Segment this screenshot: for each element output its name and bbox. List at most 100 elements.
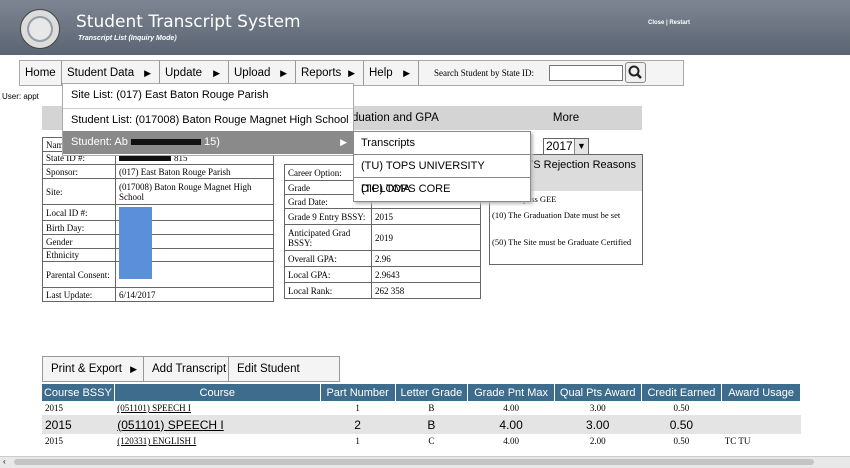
- print-export-label: Print & Export: [51, 363, 122, 375]
- cell-qual-pts: 3.00: [589, 403, 606, 413]
- menu-upload[interactable]: Upload ▶: [229, 61, 296, 85]
- search-label: Search Student by State ID:: [434, 68, 534, 78]
- gender-label: Gender: [42, 234, 116, 249]
- cell-pnt-max: 4.00: [503, 436, 519, 446]
- menu-help[interactable]: Help ▶: [364, 61, 419, 85]
- anticipated-grad-value: 2019: [371, 224, 481, 251]
- grade9-entry-label: Grade 9 Entry BSSY:: [284, 208, 372, 225]
- search-icon: [628, 65, 642, 79]
- state-id-search-input[interactable]: [549, 65, 623, 81]
- birth-day-label: Birth Day:: [42, 220, 116, 235]
- section-header-more: More: [490, 106, 642, 130]
- cell-part: 2: [320, 415, 396, 434]
- menu-item-student-list[interactable]: Student List: (017008) Baton Rouge Magne…: [63, 108, 353, 131]
- ots-reason-2: (10) The Graduation Date must be set: [492, 210, 621, 220]
- print-export-button[interactable]: Print & Export ▶: [43, 357, 144, 381]
- chevron-right-icon: ▶: [130, 364, 137, 374]
- cell-grade: B: [428, 403, 435, 413]
- table-row[interactable]: 2015 (051101) SPEECH I 1 B 4.00 3.00 0.5…: [42, 401, 801, 415]
- menu-item-student[interactable]: Student: Ab 15) ▶: [63, 131, 353, 154]
- cell-credit: 0.50: [641, 415, 722, 434]
- ethnicity-label: Ethnicity: [42, 248, 116, 262]
- year-select-value: 2017: [546, 139, 573, 153]
- year-select[interactable]: 2017 ▼: [543, 138, 589, 155]
- col-award-usage[interactable]: Award Usage: [721, 384, 801, 401]
- col-credit-earned[interactable]: Credit Earned: [641, 384, 723, 401]
- horizontal-scrollbar[interactable]: ‹: [0, 456, 850, 468]
- cell-award-usage: [722, 401, 801, 415]
- menu-student-data[interactable]: Student Data ▶: [62, 61, 160, 85]
- state-seal-logo: [20, 9, 60, 49]
- anticipated-grad-label: Anticipated Grad BSSY:: [284, 224, 372, 251]
- scrollbar-thumb[interactable]: [14, 459, 814, 465]
- student-item-label: Student: Ab: [71, 136, 128, 148]
- last-update-value: 6/14/2017: [115, 287, 274, 302]
- app-header: Student Transcript System Transcript Lis…: [0, 0, 850, 55]
- menu-home-label: Home: [25, 67, 56, 79]
- student-submenu: Transcripts (TU) TOPS UNIVERSITY DIPLOMA…: [353, 131, 531, 202]
- local-rank-value: 262 358: [371, 282, 481, 299]
- menu-reports[interactable]: Reports ▶: [296, 61, 364, 85]
- section-header-grad: duation and GPA: [352, 106, 490, 130]
- course-link[interactable]: (051101) SPEECH I: [114, 415, 321, 434]
- chevron-right-icon: ▶: [348, 68, 355, 78]
- course-table: Course BSSY Course Part Number Letter Gr…: [42, 384, 801, 448]
- cell-credit: 0.50: [673, 403, 690, 413]
- col-course-bssy[interactable]: Course BSSY: [42, 384, 115, 401]
- local-gpa-value: 2.9643: [371, 266, 481, 283]
- menu-item-tops-core[interactable]: (TC) TOPS CORE: [354, 177, 530, 200]
- cell-pnt-max: 4.00: [503, 403, 519, 413]
- overall-gpa-label: Overall GPA:: [284, 250, 372, 267]
- local-rank-label: Local Rank:: [284, 282, 372, 299]
- student-item-tail: 15): [204, 136, 220, 148]
- chevron-right-icon: ▶: [213, 68, 220, 78]
- student-data-dropdown: Site List: (017) East Baton Rouge Parish…: [62, 83, 354, 156]
- menu-home[interactable]: Home: [20, 61, 62, 85]
- col-course[interactable]: Course: [114, 384, 321, 401]
- chevron-right-icon: ▶: [280, 68, 287, 78]
- cell-award-usage: [721, 415, 801, 434]
- course-link[interactable]: (120331) ENGLISH I: [114, 434, 320, 448]
- transcript-toolbar: Print & Export ▶ Add Transcript Edit Stud…: [42, 356, 340, 399]
- edit-student-record-button[interactable]: Edit Student Record: [229, 357, 339, 399]
- col-letter-grade[interactable]: Letter Grade: [395, 384, 469, 401]
- menu-student-data-label: Student Data: [67, 67, 135, 79]
- site-value: (017008) Baton Rouge Magnet High School: [115, 178, 274, 205]
- col-grade-pnt-max[interactable]: Grade Pnt Max: [467, 384, 555, 401]
- header-links[interactable]: Close | Restart: [648, 20, 690, 26]
- cell-qual-pts: 3.00: [554, 415, 642, 434]
- col-part-number[interactable]: Part Number: [320, 384, 396, 401]
- col-qual-pts-award[interactable]: Qual Pts Award: [554, 384, 642, 401]
- cell-bssy: 2015: [42, 415, 115, 434]
- menu-item-tops-university[interactable]: (TU) TOPS UNIVERSITY DIPLOMA: [354, 154, 530, 195]
- cell-qual-pts: 2.00: [589, 436, 606, 446]
- more-header-label: More: [552, 112, 580, 124]
- parental-consent-label: Parental Consent:: [42, 261, 116, 288]
- menu-update[interactable]: Update ▶: [160, 61, 229, 85]
- menu-item-transcripts[interactable]: Transcripts: [354, 132, 530, 155]
- table-row[interactable]: 2015 (120331) ENGLISH I 1 C 4.00 2.00 0.…: [42, 434, 801, 448]
- ots-reason-3: (50) The Site must be Graduate Certified: [492, 237, 632, 247]
- menu-item-site-list[interactable]: Site List: (017) East Baton Rouge Parish: [63, 84, 353, 107]
- course-table-header: Course BSSY Course Part Number Letter Gr…: [42, 384, 801, 401]
- sponsor-label: Sponsor:: [42, 164, 116, 179]
- search-button[interactable]: [625, 62, 646, 83]
- user-label: User: appt: [2, 92, 39, 101]
- chevron-right-icon: ▶: [403, 68, 410, 78]
- menu-update-label: Update: [165, 67, 203, 79]
- scroll-left-icon[interactable]: ‹: [3, 457, 6, 466]
- menu-upload-label: Upload: [234, 67, 271, 79]
- cell-award-usage: TC TU: [724, 436, 751, 446]
- course-link[interactable]: (051101) SPEECH I: [114, 401, 320, 415]
- app-title: Student Transcript System: [76, 12, 301, 32]
- local-gpa-label: Local GPA:: [284, 266, 372, 283]
- menu-reports-label: Reports: [301, 67, 342, 79]
- add-transcript-button[interactable]: Add Transcript: [144, 357, 229, 381]
- redaction-bar: [130, 139, 201, 146]
- cell-bssy: 2015: [45, 403, 63, 413]
- table-row[interactable]: 2015 (051101) SPEECH I 2 B 4.00 3.00 0.5…: [42, 415, 801, 434]
- local-id-label: Local ID #:: [42, 204, 116, 221]
- cell-grade: B: [395, 415, 468, 434]
- cell-grade: C: [428, 436, 435, 446]
- menu-help-label: Help: [369, 67, 393, 79]
